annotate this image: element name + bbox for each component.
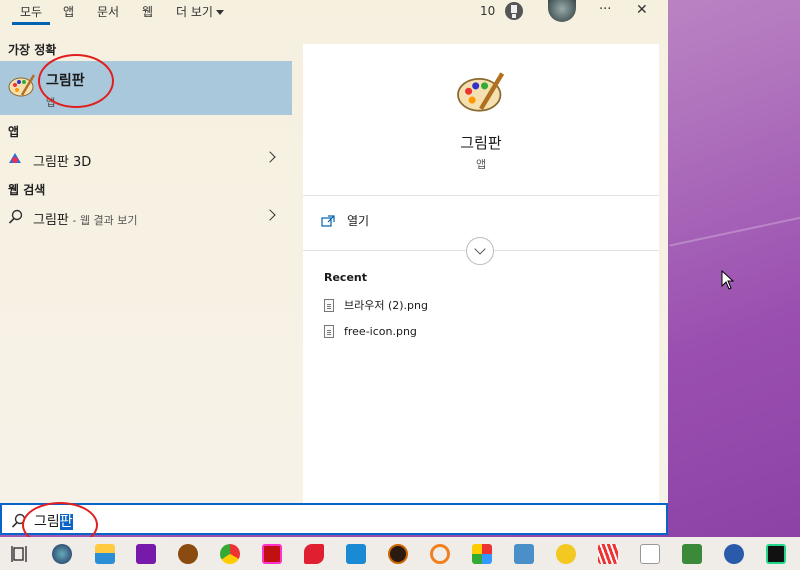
expand-button[interactable]	[466, 237, 494, 265]
paint3d-icon	[9, 153, 21, 163]
tab-more[interactable]: 더 보기	[176, 3, 224, 20]
list-item-label: 그림판 3D	[33, 155, 92, 170]
close-icon[interactable]: ✕	[636, 2, 648, 24]
recent-file-name: 브라우저 (2).png	[344, 299, 428, 312]
best-match-heading: 가장 정확	[8, 43, 57, 57]
app-red2-icon[interactable]	[304, 544, 324, 564]
vscode-icon[interactable]	[346, 544, 366, 564]
file-icon	[324, 298, 334, 312]
search-box[interactable]: 그림판	[0, 503, 668, 535]
paint-palette-icon	[8, 74, 36, 97]
recent-file[interactable]: 브라우저 (2).png	[324, 297, 428, 313]
app-red-icon[interactable]	[262, 544, 282, 564]
open-icon	[321, 214, 335, 227]
divider	[303, 195, 659, 196]
app-green-icon[interactable]	[682, 544, 702, 564]
tab-documents[interactable]: 문서	[97, 3, 119, 20]
recent-heading: Recent	[324, 271, 368, 284]
list-item-label: 그림판 - 웹 결과 보기	[33, 209, 137, 228]
tab-apps[interactable]: 앱	[63, 3, 74, 20]
preview-title: 그림판	[460, 134, 502, 152]
edge-like-icon[interactable]	[52, 544, 72, 564]
recent-file[interactable]: free-icon.png	[324, 325, 417, 338]
chevron-down-icon	[215, 10, 224, 15]
preview-subtitle: 앱	[475, 158, 487, 171]
chevron-right-icon[interactable]	[264, 151, 276, 163]
task-view-icon[interactable]	[10, 544, 30, 564]
apps-heading: 앱	[8, 125, 20, 139]
app-stripes-icon[interactable]	[598, 544, 618, 564]
search-icon	[8, 209, 23, 224]
list-item-paint3d[interactable]: 그림판 3D	[0, 145, 292, 173]
tab-more-label: 더 보기	[176, 5, 213, 19]
taskbar	[0, 537, 800, 570]
chevron-right-icon[interactable]	[264, 209, 276, 221]
hangul-icon[interactable]	[514, 544, 534, 564]
onenote-icon[interactable]	[136, 544, 156, 564]
notepad-icon[interactable]	[640, 544, 660, 564]
app-color-icon[interactable]	[472, 544, 492, 564]
recent-file-name: free-icon.png	[344, 325, 417, 338]
wallpaper-streak	[669, 215, 800, 247]
chrome-icon[interactable]	[220, 544, 240, 564]
start-search-panel: 모두 앱 문서 웹 더 보기 10 ··· ✕ 가장 정확 그림판 앱 앱 그림…	[0, 0, 668, 503]
trophy-icon[interactable]	[500, 1, 528, 23]
app-n-icon[interactable]	[724, 544, 744, 564]
rewards-count: 10	[480, 4, 496, 18]
list-item-web-result[interactable]: 그림판 - 웹 결과 보기	[0, 203, 292, 231]
web-search-heading: 웹 검색	[8, 183, 46, 197]
mouse-cursor-icon	[721, 270, 735, 290]
web-query-text: 그림판	[33, 213, 69, 228]
open-action[interactable]: 열기	[321, 212, 369, 229]
paint-palette-icon	[457, 72, 505, 112]
open-label: 열기	[347, 214, 370, 228]
tab-web[interactable]: 웹	[142, 3, 153, 20]
app-yellow-icon[interactable]	[556, 544, 576, 564]
file-icon	[324, 325, 334, 338]
annotation-circle	[38, 54, 114, 108]
tab-all[interactable]: 모두	[11, 3, 51, 25]
game-icon[interactable]	[178, 544, 198, 564]
app-dark-icon[interactable]	[388, 544, 408, 564]
web-result-hint: - 웹 결과 보기	[68, 214, 138, 227]
more-options-icon[interactable]: ···	[599, 2, 611, 24]
file-explorer-icon[interactable]	[95, 544, 115, 564]
preview-pane: 그림판 앱 열기 Recent 브라우저 (2).png free-icon.p…	[303, 44, 659, 503]
search-app-icon[interactable]	[430, 544, 450, 564]
pycharm-icon[interactable]	[766, 544, 786, 564]
